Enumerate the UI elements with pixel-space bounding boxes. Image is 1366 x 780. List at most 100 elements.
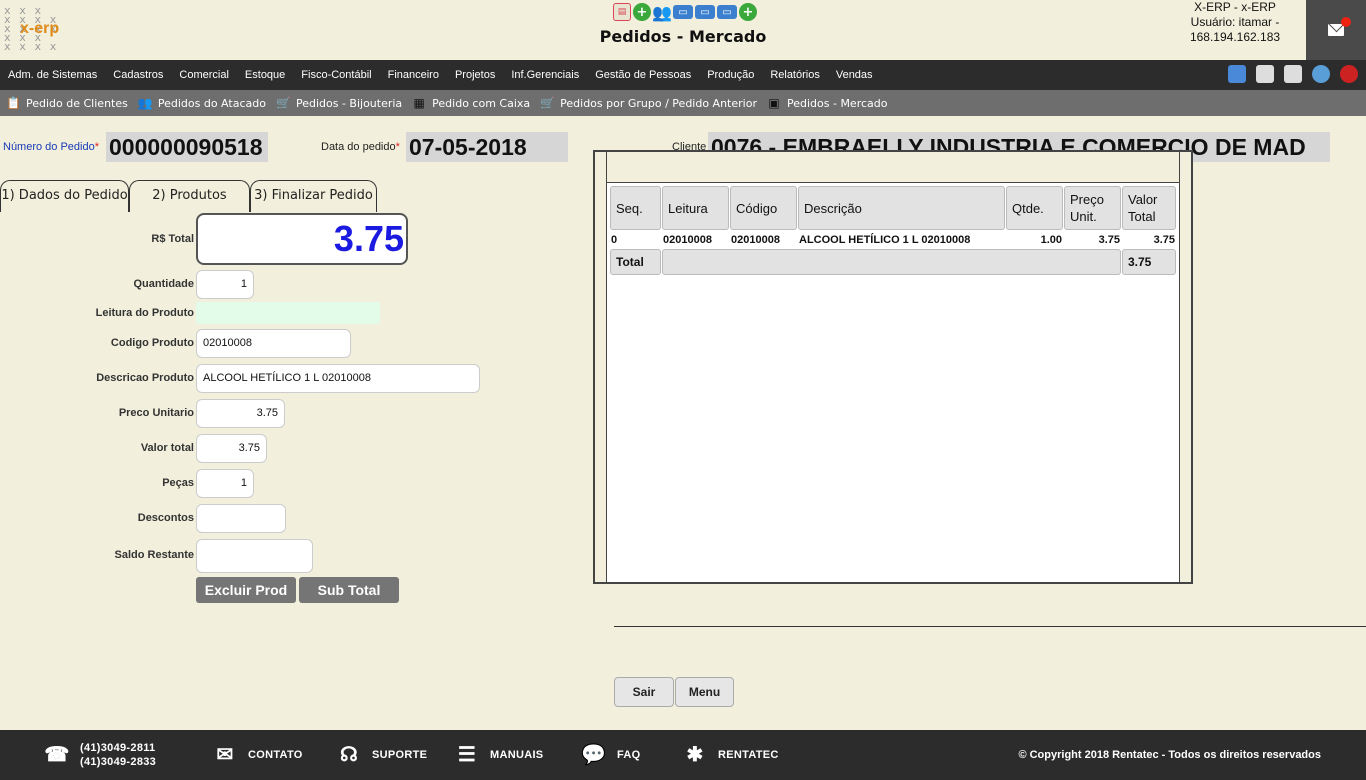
tab-finalizar-pedido[interactable]: 3) Finalizar Pedido — [250, 180, 377, 212]
sub-item-pedidos-atacado[interactable]: 👥 Pedidos do Atacado — [138, 96, 266, 110]
order-number-field[interactable]: 000000090518 — [106, 132, 268, 162]
tab-dados-pedido[interactable]: 1) Dados do Pedido — [0, 180, 129, 212]
cart-icon: 🛒 — [275, 96, 291, 110]
books-icon: ☰ — [457, 744, 477, 766]
add-icon[interactable]: + — [633, 3, 651, 21]
power-icon[interactable] — [1340, 65, 1358, 83]
card-icon[interactable]: ▭ — [673, 5, 693, 19]
footer-manuais[interactable]: ☰ MANUAIS — [454, 730, 543, 780]
grid-right-rail — [1179, 152, 1191, 582]
contato-label: CONTATO — [248, 749, 303, 761]
menu-shortcuts — [1228, 65, 1358, 83]
menu-item-adm-sistemas[interactable]: Adm. de Sistemas — [8, 69, 97, 81]
pecas-label: Peças — [162, 477, 194, 489]
valor-total-input[interactable]: 3.75 — [196, 434, 267, 463]
table-header-row: Seq. Leitura Código Descrição Qtde. Preç… — [610, 186, 1176, 230]
grid-toolbar — [595, 152, 1191, 183]
menu-item-vendas[interactable]: Vendas — [836, 69, 873, 81]
descricao-input[interactable]: ALCOOL HETÍLICO 1 L 02010008 — [196, 364, 480, 393]
footer-phone[interactable]: ☎ (41)3049-2811 (41)3049-2833 — [44, 730, 156, 780]
quantidade-input[interactable]: 1 — [196, 270, 254, 299]
col-descricao[interactable]: Descrição — [798, 186, 1005, 230]
menu-item-comercial[interactable]: Comercial — [179, 69, 229, 81]
tab-bar: 1) Dados do Pedido 2) Produtos 3) Finali… — [0, 180, 380, 212]
people-icon: 👥 — [137, 96, 153, 110]
col-leitura[interactable]: Leitura — [662, 186, 729, 230]
phone-icon: ☎ — [44, 744, 70, 766]
add-icon[interactable]: + — [739, 3, 757, 21]
saldo-label: Saldo Restante — [114, 549, 194, 561]
sub-total-button[interactable]: Sub Total — [299, 577, 399, 603]
users-icon[interactable]: 👥 — [652, 3, 672, 22]
phone-1: (41)3049-2811 — [80, 742, 156, 754]
sub-item-pedido-clientes[interactable]: 📋 Pedido de Clientes — [6, 96, 128, 110]
home-icon[interactable] — [1228, 65, 1246, 83]
excluir-produto-button[interactable]: Excluir Prod — [196, 577, 296, 603]
grid-left-rail — [595, 152, 607, 582]
card-icon[interactable]: ▭ — [717, 5, 737, 19]
document-icon[interactable]: ▤ — [613, 3, 631, 21]
codigo-label: Codigo Produto — [110, 337, 194, 349]
items-grid: Seq. Leitura Código Descrição Qtde. Preç… — [593, 150, 1193, 584]
footer-rentatec[interactable]: ✱ RENTATEC — [682, 730, 779, 780]
col-qtde[interactable]: Qtde. — [1006, 186, 1063, 230]
app-header: x x xx x x xx x x xx x xx x x x x-erp ▤ … — [0, 0, 1366, 60]
sub-item-pedidos-grupo[interactable]: 🛒 Pedidos por Grupo / Pedido Anterior — [540, 96, 757, 110]
menu-item-inf-gerenciais[interactable]: Inf.Gerenciais — [511, 69, 579, 81]
preco-input[interactable]: 3.75 — [196, 399, 285, 428]
page-icon[interactable] — [1284, 65, 1302, 83]
sair-button[interactable]: Sair — [614, 677, 674, 707]
messages-button[interactable] — [1306, 0, 1366, 60]
sub-menu: 📋 Pedido de Clientes 👥 Pedidos do Atacado … — [0, 90, 1366, 116]
card-icon[interactable]: ▭ — [695, 5, 715, 19]
sub-item-pedido-caixa[interactable]: ▦ Pedido com Caixa — [412, 96, 531, 110]
phone-2: (41)3049-2833 — [80, 756, 157, 768]
col-valor-total[interactable]: Valor Total — [1122, 186, 1176, 230]
footer-contato[interactable]: ✉ CONTATO — [212, 730, 303, 780]
faq-icon: 💬 — [581, 744, 607, 766]
col-seq[interactable]: Seq. — [610, 186, 661, 230]
table-row[interactable]: 0 02010008 02010008 ALCOOL HETÍLICO 1 L … — [610, 231, 1176, 248]
rentatec-label: RENTATEC — [718, 749, 779, 761]
sub-item-pedidos-bijouteria[interactable]: 🛒 Pedidos - Bijouteria — [276, 96, 402, 110]
menu-item-relatorios[interactable]: Relatórios — [770, 69, 820, 81]
divider — [614, 626, 1366, 627]
register-icon: ▦ — [413, 96, 425, 110]
order-date-field[interactable]: 07-05-2018 — [406, 132, 568, 162]
descontos-input[interactable] — [196, 504, 286, 533]
cell-qtde: 1.00 — [1040, 233, 1062, 246]
total-row-value: 3.75 — [1122, 249, 1176, 275]
col-codigo[interactable]: Código — [730, 186, 797, 230]
sub-item-label: Pedidos do Atacado — [157, 96, 266, 110]
sub-item-label: Pedido com Caixa — [432, 96, 531, 110]
pecas-input[interactable]: 1 — [196, 469, 254, 498]
sub-item-label: Pedidos - Mercado — [786, 96, 888, 110]
menu-item-fisco-contabil[interactable]: Fisco-Contábil — [301, 69, 371, 81]
menu-item-financeiro[interactable]: Financeiro — [388, 69, 439, 81]
mail-icon — [1328, 24, 1344, 36]
codigo-input[interactable]: 02010008 — [196, 329, 351, 358]
leitura-input[interactable] — [196, 302, 380, 324]
order-number-label: Número do Pedido* — [3, 141, 100, 153]
menu-item-producao[interactable]: Produção — [707, 69, 754, 81]
cell-valor-total: 3.75 — [1153, 233, 1175, 246]
saldo-input[interactable] — [196, 539, 313, 573]
col-preco-unit[interactable]: Preço Unit. — [1064, 186, 1121, 230]
menu-button[interactable]: Menu — [675, 677, 734, 707]
document-icon[interactable] — [1256, 65, 1274, 83]
menu-item-cadastros[interactable]: Cadastros — [113, 69, 163, 81]
table-total-row: Total 3.75 — [610, 249, 1176, 275]
sub-item-pedidos-mercado[interactable]: ▣ Pedidos - Mercado — [767, 96, 888, 110]
total-row-label: Total — [610, 249, 661, 275]
menu-item-estoque[interactable]: Estoque — [245, 69, 285, 81]
total-label: R$ Total — [151, 233, 194, 245]
menu-item-gestao-pessoas[interactable]: Gestão de Pessoas — [595, 69, 691, 81]
footer-suporte[interactable]: ☊ SUPORTE — [336, 730, 427, 780]
total-row-spacer — [662, 249, 1121, 275]
globe-icon[interactable] — [1312, 65, 1330, 83]
sub-item-label: Pedidos - Bijouteria — [295, 96, 403, 110]
menu-item-projetos[interactable]: Projetos — [455, 69, 495, 81]
headset-icon: ☊ — [339, 744, 359, 766]
tab-produtos[interactable]: 2) Produtos — [129, 180, 250, 212]
footer-faq[interactable]: 💬 FAQ — [581, 730, 641, 780]
